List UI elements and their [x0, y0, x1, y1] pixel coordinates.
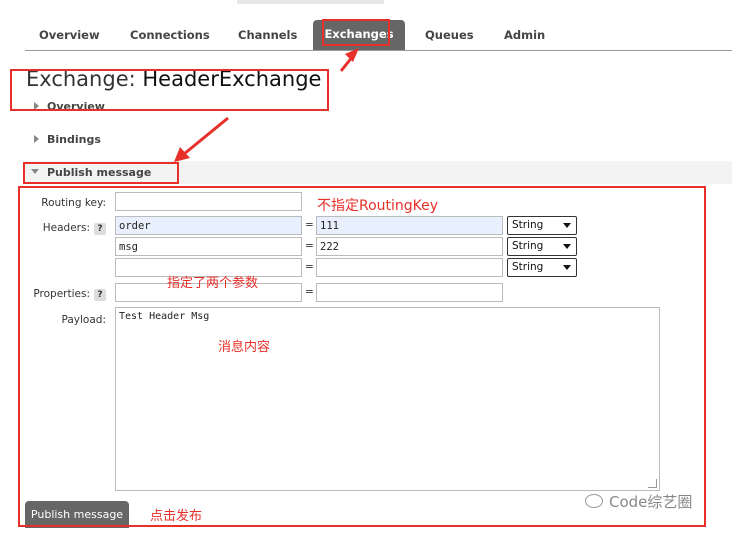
note-click-publish: 点击发布	[150, 509, 203, 524]
tab-admin[interactable]: Admin	[504, 22, 545, 50]
watermark: Code综艺圈	[585, 491, 692, 512]
expand-arrow-icon	[34, 135, 39, 143]
highlight-publish-section	[23, 162, 179, 184]
highlight-publish-form	[18, 186, 706, 527]
note-message-content: 消息内容	[218, 340, 271, 355]
tab-channels[interactable]: Channels	[238, 22, 297, 50]
arrow-to-publish-icon	[174, 116, 229, 162]
highlight-exchanges-tab	[322, 19, 390, 46]
note-two-params: 指定了两个参数	[167, 276, 259, 291]
arrow-to-exchanges-icon	[339, 48, 359, 72]
highlight-title	[10, 69, 329, 111]
tab-connections[interactable]: Connections	[130, 22, 210, 50]
section-bindings-toggle[interactable]: Bindings	[34, 133, 101, 146]
tab-overview[interactable]: Overview	[39, 22, 100, 50]
wechat-icon	[585, 494, 603, 508]
section-bindings-label: Bindings	[47, 133, 101, 146]
note-no-routing-key: 不指定RoutingKey	[317, 198, 439, 214]
watermark-text: Code综艺圈	[609, 493, 693, 511]
top-strip	[237, 0, 384, 4]
tab-queues[interactable]: Queues	[425, 22, 474, 50]
